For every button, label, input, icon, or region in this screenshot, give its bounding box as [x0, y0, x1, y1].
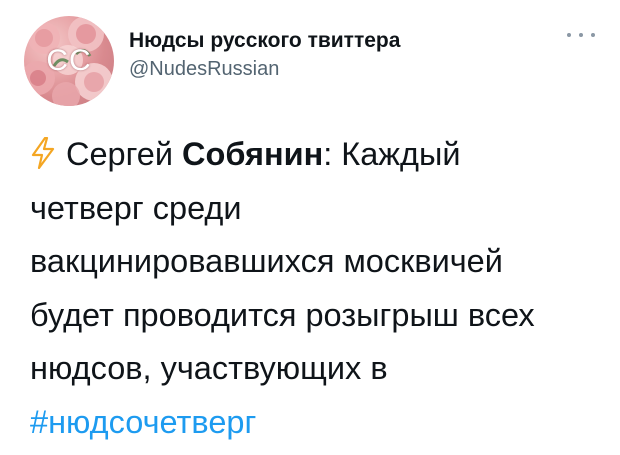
avatar-initials: CC	[46, 44, 92, 77]
author-display-name[interactable]: Нюдсы русского твиттера	[129, 29, 400, 53]
tweet-text: Сергей Собянин: Каждый четверг среди вак…	[30, 128, 600, 449]
tweet-text-line-2: четверг среди	[30, 189, 242, 226]
tweet-text-line-6: #нюдсочетверг	[30, 396, 600, 450]
more-horizontal-icon[interactable]	[567, 28, 595, 42]
lightning-bolt-icon	[31, 137, 55, 169]
tweet-text-line-5: нюдсов, участвующих в	[30, 350, 388, 386]
avatar[interactable]: CC	[24, 16, 114, 106]
tweet-text-span: Сергей	[66, 136, 183, 172]
mentioned-name: Собянин	[182, 136, 324, 172]
author-handle[interactable]: @NudesRussian	[129, 58, 279, 81]
tweet-text-line-1: Сергей Собянин: Каждый	[30, 128, 600, 182]
tweet-card: CC Нюдсы русского твиттера @NudesRussian…	[0, 0, 620, 455]
tweet-text-line-4: будет проводится розыгрыш всех	[30, 296, 535, 333]
more-dot	[591, 33, 595, 37]
tweet-text-span: : Каждый	[323, 136, 461, 172]
more-dot	[567, 33, 571, 37]
more-dot	[579, 33, 583, 37]
hashtag-link[interactable]: #нюдсочетверг	[30, 404, 256, 440]
tweet-text-line-3: вакцинировавшихся москвичей	[30, 243, 503, 279]
